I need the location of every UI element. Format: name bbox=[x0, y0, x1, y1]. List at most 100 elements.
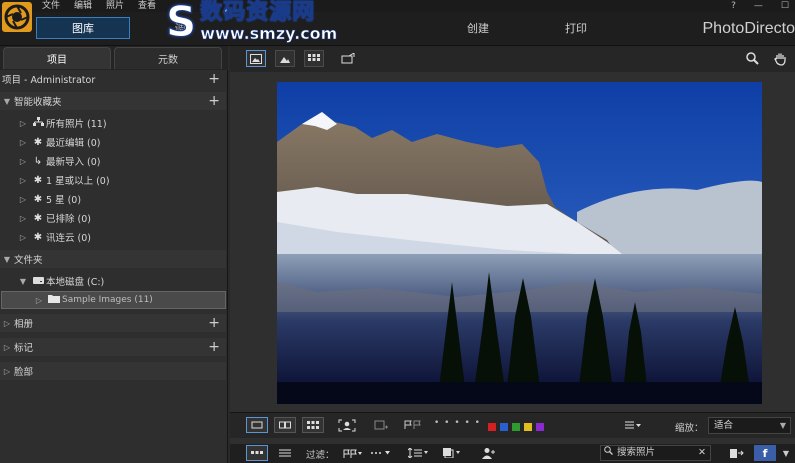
list-icon bbox=[279, 449, 291, 457]
help-button[interactable]: ? bbox=[731, 0, 736, 12]
tab-project[interactable]: 项目 bbox=[3, 47, 111, 69]
folder-sample-images[interactable]: ▷ Sample Images (11) bbox=[1, 291, 226, 309]
add-project-button[interactable]: + bbox=[208, 71, 220, 87]
color-label-green[interactable] bbox=[512, 423, 520, 431]
color-label-purple[interactable] bbox=[536, 423, 544, 431]
photo-icon bbox=[280, 56, 290, 63]
flag-button[interactable] bbox=[402, 417, 424, 433]
sparkle-icon: ✱ bbox=[33, 174, 43, 186]
sort-menu-button[interactable] bbox=[622, 417, 644, 433]
import-icon: ↳ bbox=[33, 155, 43, 167]
list-dropdown-icon bbox=[625, 421, 641, 428]
add-smart-collection-button[interactable]: + bbox=[208, 93, 220, 109]
share-button[interactable] bbox=[726, 445, 748, 461]
expand-triangle-icon: ▷ bbox=[19, 213, 27, 223]
color-label-blue[interactable] bbox=[500, 423, 508, 431]
tab-print[interactable]: 打印 bbox=[552, 17, 600, 39]
filter-rating-dropdown[interactable] bbox=[370, 445, 392, 461]
tags-header[interactable]: ▷ 标记 + bbox=[0, 338, 226, 356]
rating-dots[interactable]: • • • • • bbox=[434, 418, 481, 428]
single-view-button[interactable] bbox=[246, 50, 266, 67]
facebook-icon: f bbox=[762, 446, 768, 460]
menu-photo[interactable]: 照片 bbox=[106, 0, 124, 12]
sidebar: 项目 元数 项目 - Administrator + ▼ 智能收藏夹 + ▷ 所… bbox=[0, 46, 228, 463]
expand-triangle-icon: ▷ bbox=[19, 118, 27, 128]
bottom-toolbar: • • • • • 缩放： 适合 ▼ bbox=[230, 412, 795, 438]
filter-flag-dropdown[interactable] bbox=[342, 445, 364, 461]
smart-item-label: 所有照片 (11) bbox=[46, 119, 107, 130]
face-frame-button[interactable] bbox=[336, 417, 358, 433]
search-icon bbox=[604, 446, 613, 460]
sort-order-dropdown[interactable] bbox=[408, 445, 430, 461]
smart-collections-header[interactable]: ▼ 智能收藏夹 + bbox=[0, 92, 226, 110]
photo-preview[interactable] bbox=[277, 82, 762, 404]
search-placeholder: 搜索照片 bbox=[617, 447, 656, 458]
smart-item-recently-edited[interactable]: ▷ ✱ 最近编辑 (0) bbox=[0, 133, 226, 151]
view-toolbar bbox=[230, 46, 795, 72]
menu-file[interactable]: 文件 bbox=[42, 0, 60, 12]
thumb-strip-button[interactable] bbox=[246, 445, 268, 461]
smart-item-label: 最新导入 (0) bbox=[46, 157, 101, 168]
export-view-button[interactable] bbox=[338, 50, 358, 67]
list-view-button[interactable] bbox=[274, 445, 296, 461]
zoom-label: 缩放： bbox=[675, 423, 704, 434]
zoom-value: 适合 bbox=[714, 420, 734, 431]
zoom-select[interactable]: 适合 ▼ bbox=[708, 417, 791, 434]
albums-label: 相册 bbox=[14, 319, 34, 330]
menu-items: 文件 编辑 照片 查看 bbox=[42, 0, 156, 12]
two-layout-button[interactable] bbox=[274, 417, 296, 433]
clear-search-icon[interactable]: ✕ bbox=[698, 446, 706, 460]
sidebar-tabs: 项目 元数 bbox=[0, 46, 228, 70]
add-frame-button[interactable] bbox=[370, 417, 392, 433]
smart-item-5-star[interactable]: ▷ ✱ 5 星 (0) bbox=[0, 190, 226, 208]
compare-view-button[interactable] bbox=[275, 50, 295, 67]
expand-triangle-icon: ▷ bbox=[19, 156, 27, 166]
minimize-button[interactable]: — bbox=[754, 0, 763, 12]
color-label-yellow[interactable] bbox=[524, 423, 532, 431]
sort-icon bbox=[408, 448, 428, 458]
facebook-button[interactable]: f bbox=[754, 445, 776, 461]
search-button[interactable] bbox=[742, 50, 762, 67]
aperture-icon bbox=[4, 4, 30, 30]
collapse-triangle-icon: ▼ bbox=[19, 276, 27, 286]
expand-triangle-icon: ▷ bbox=[19, 175, 27, 185]
grid-layout-button[interactable] bbox=[302, 417, 324, 433]
folder-label: Sample Images (11) bbox=[62, 295, 153, 305]
smart-item-latest-import[interactable]: ▷ ↳ 最新导入 (0) bbox=[0, 152, 226, 170]
smart-item-all-photos[interactable]: ▷ 所有照片 (11) bbox=[0, 114, 226, 132]
brand-title: PhotoDirecto bbox=[702, 20, 795, 37]
sparkle-icon: ✱ bbox=[33, 193, 43, 205]
add-album-button[interactable]: + bbox=[208, 315, 220, 331]
menu-edit[interactable]: 编辑 bbox=[74, 0, 92, 12]
menu-view[interactable]: 查看 bbox=[138, 0, 156, 12]
sparkle-icon: ✱ bbox=[33, 231, 43, 243]
face-filter-button[interactable] bbox=[478, 445, 500, 461]
albums-header[interactable]: ▷ 相册 + bbox=[0, 314, 226, 332]
faces-header[interactable]: ▷ 脸部 bbox=[0, 362, 226, 380]
pan-button[interactable] bbox=[770, 50, 790, 67]
window-controls: ? — ☐ bbox=[731, 0, 789, 12]
search-photos-input[interactable]: 搜索照片 ✕ bbox=[600, 445, 711, 461]
magnifier-icon bbox=[745, 52, 759, 65]
watermark: S 数码资源网 www.smzy.com bbox=[165, 0, 337, 44]
tab-library[interactable]: 图库 bbox=[36, 17, 130, 39]
expand-triangle-icon: ▷ bbox=[19, 232, 27, 242]
smart-item-excluded[interactable]: ▷ ✱ 已排除 (0) bbox=[0, 209, 226, 227]
folders-header[interactable]: ▼ 文件夹 bbox=[0, 250, 226, 268]
rating-dropdown-icon bbox=[371, 451, 390, 455]
app-window: 文件 编辑 照片 查看 ? — ☐ 图库 调 创建 打印 PhotoDirect… bbox=[0, 0, 795, 463]
grid-view-button[interactable] bbox=[304, 50, 324, 67]
select-dropdown[interactable] bbox=[442, 445, 464, 461]
more-share-dropdown[interactable]: ▼ bbox=[780, 447, 792, 459]
project-row[interactable]: 项目 - Administrator + bbox=[0, 70, 226, 88]
drive-row[interactable]: ▼ 本地磁盘 (C:) bbox=[0, 272, 226, 290]
menubar: 文件 编辑 照片 查看 ? — ☐ bbox=[0, 0, 795, 12]
tab-metadata[interactable]: 元数 bbox=[114, 47, 222, 69]
add-tag-button[interactable]: + bbox=[208, 339, 220, 355]
smart-item-cloud[interactable]: ▷ ✱ 讯连云 (0) bbox=[0, 228, 226, 246]
smart-item-1-star[interactable]: ▷ ✱ 1 星或以上 (0) bbox=[0, 171, 226, 189]
maximize-button[interactable]: ☐ bbox=[781, 0, 789, 12]
single-layout-button[interactable] bbox=[246, 417, 268, 433]
tab-create[interactable]: 创建 bbox=[452, 17, 504, 39]
color-label-red[interactable] bbox=[488, 423, 496, 431]
